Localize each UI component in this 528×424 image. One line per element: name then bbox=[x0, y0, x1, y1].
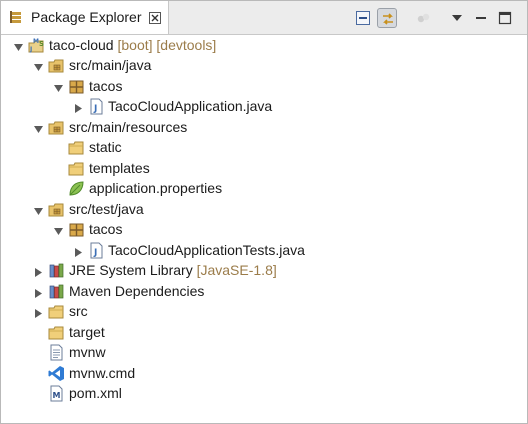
source-folder-icon bbox=[48, 57, 65, 74]
properties-file-icon bbox=[68, 180, 85, 197]
tree-item-static[interactable]: static bbox=[1, 137, 527, 157]
focus-on-task-button[interactable] bbox=[413, 8, 433, 28]
maximize-button[interactable] bbox=[495, 8, 515, 28]
svg-text:J: J bbox=[93, 104, 97, 114]
java-file-icon: J bbox=[88, 98, 105, 115]
tree-item-package-tacos[interactable]: tacos bbox=[1, 219, 527, 239]
tree-item-decoration: [JavaSE-1.8] bbox=[196, 262, 277, 278]
spring-boot-project-icon: M S J bbox=[28, 37, 45, 54]
tree-item-src-main-resources[interactable]: src/main/resources bbox=[1, 117, 527, 137]
tree-item-label: pom.xml bbox=[69, 385, 122, 401]
chevron-right-icon[interactable] bbox=[33, 286, 44, 298]
tree-item-label: src/main/resources bbox=[69, 119, 188, 135]
chevron-right-icon[interactable] bbox=[33, 265, 44, 277]
link-with-editor-button[interactable] bbox=[377, 8, 397, 28]
java-file-icon: J bbox=[88, 242, 105, 259]
tree-item-label: TacoCloudApplication.java bbox=[108, 98, 273, 114]
chevron-right-icon[interactable] bbox=[73, 101, 84, 113]
view-menu-button[interactable] bbox=[447, 8, 467, 28]
svg-text:S: S bbox=[39, 40, 44, 48]
tree-item-target[interactable]: target bbox=[1, 322, 527, 342]
package-icon bbox=[68, 221, 85, 238]
source-folder-icon bbox=[48, 201, 65, 218]
tree-item-label: target bbox=[69, 324, 105, 340]
svg-text:M: M bbox=[53, 391, 61, 400]
tree-item-src[interactable]: src bbox=[1, 301, 527, 321]
folder-icon bbox=[68, 160, 85, 177]
package-explorer-view: Package Explorer M S J taco-cloud [boot]… bbox=[0, 0, 528, 424]
tree-item-label: tacos bbox=[89, 221, 123, 237]
tree-item-src-test-java[interactable]: src/test/java bbox=[1, 199, 527, 219]
tree-item-label: JRE System Library bbox=[69, 262, 193, 278]
folder-icon bbox=[48, 303, 65, 320]
tree-item-label: templates bbox=[89, 160, 150, 176]
folder-icon bbox=[48, 324, 65, 341]
chevron-down-icon[interactable] bbox=[13, 40, 24, 51]
collapse-all-button[interactable] bbox=[353, 8, 373, 28]
package-icon bbox=[68, 78, 85, 95]
tree-item-label: src bbox=[69, 303, 88, 319]
tree-item-templates[interactable]: templates bbox=[1, 158, 527, 178]
package-explorer-icon bbox=[9, 10, 23, 24]
tree-item-label: TacoCloudApplicationTests.java bbox=[108, 242, 305, 258]
tree-item-maven-dependencies[interactable]: Maven Dependencies bbox=[1, 281, 527, 301]
svg-text:J: J bbox=[29, 46, 32, 53]
tree-item-tacocloudapplication-java[interactable]: J TacoCloudApplication.java bbox=[1, 96, 527, 116]
tree-item-decoration: [boot] [devtools] bbox=[117, 37, 217, 53]
view-title: Package Explorer bbox=[31, 9, 142, 25]
view-header: Package Explorer bbox=[1, 1, 527, 35]
chevron-right-icon[interactable] bbox=[73, 245, 84, 257]
tree-item-label: src/test/java bbox=[69, 201, 144, 217]
folder-icon bbox=[68, 139, 85, 156]
tree-item-package-tacos[interactable]: tacos bbox=[1, 76, 527, 96]
library-icon bbox=[48, 262, 65, 279]
tree-item-pom-xml[interactable]: M pom.xml bbox=[1, 383, 527, 403]
tree-item-mvnw[interactable]: mvnw bbox=[1, 342, 527, 362]
tab-package-explorer[interactable]: Package Explorer bbox=[1, 1, 169, 34]
source-folder-icon bbox=[48, 119, 65, 136]
tree-item-label: src/main/java bbox=[69, 57, 152, 73]
minimize-button[interactable] bbox=[471, 8, 491, 28]
tree-item-tacocloudapplicationtests-java[interactable]: J TacoCloudApplicationTests.java bbox=[1, 240, 527, 260]
tree-item-label: Maven Dependencies bbox=[69, 283, 205, 299]
tree-item-label: taco-cloud bbox=[49, 37, 114, 53]
text-file-icon bbox=[48, 344, 65, 361]
tree-item-label: tacos bbox=[89, 78, 123, 94]
maven-pom-icon: M bbox=[48, 385, 65, 402]
tree-item-application-properties[interactable]: application.properties bbox=[1, 178, 527, 198]
tree-item-label: static bbox=[89, 139, 122, 155]
library-icon bbox=[48, 283, 65, 300]
chevron-right-icon[interactable] bbox=[33, 306, 44, 318]
tree-item-label: application.properties bbox=[89, 180, 223, 196]
chevron-down-icon[interactable] bbox=[33, 122, 44, 133]
svg-text:J: J bbox=[93, 248, 97, 258]
tree-item-taco-cloud[interactable]: M S J taco-cloud [boot] [devtools] bbox=[1, 35, 527, 55]
tree-item-mvnw-cmd[interactable]: mvnw.cmd bbox=[1, 363, 527, 383]
tree-item-label: mvnw bbox=[69, 344, 106, 360]
chevron-down-icon[interactable] bbox=[33, 60, 44, 71]
chevron-down-icon[interactable] bbox=[33, 204, 44, 215]
close-icon[interactable] bbox=[149, 11, 161, 24]
tree-item-src-main-java[interactable]: src/main/java bbox=[1, 55, 527, 75]
tree-item-label: mvnw.cmd bbox=[69, 365, 136, 381]
cmd-file-icon bbox=[48, 365, 65, 382]
tree-item-jre-system-library[interactable]: JRE System Library [JavaSE-1.8] bbox=[1, 260, 527, 280]
chevron-down-icon[interactable] bbox=[53, 224, 64, 235]
chevron-down-icon[interactable] bbox=[53, 81, 64, 92]
